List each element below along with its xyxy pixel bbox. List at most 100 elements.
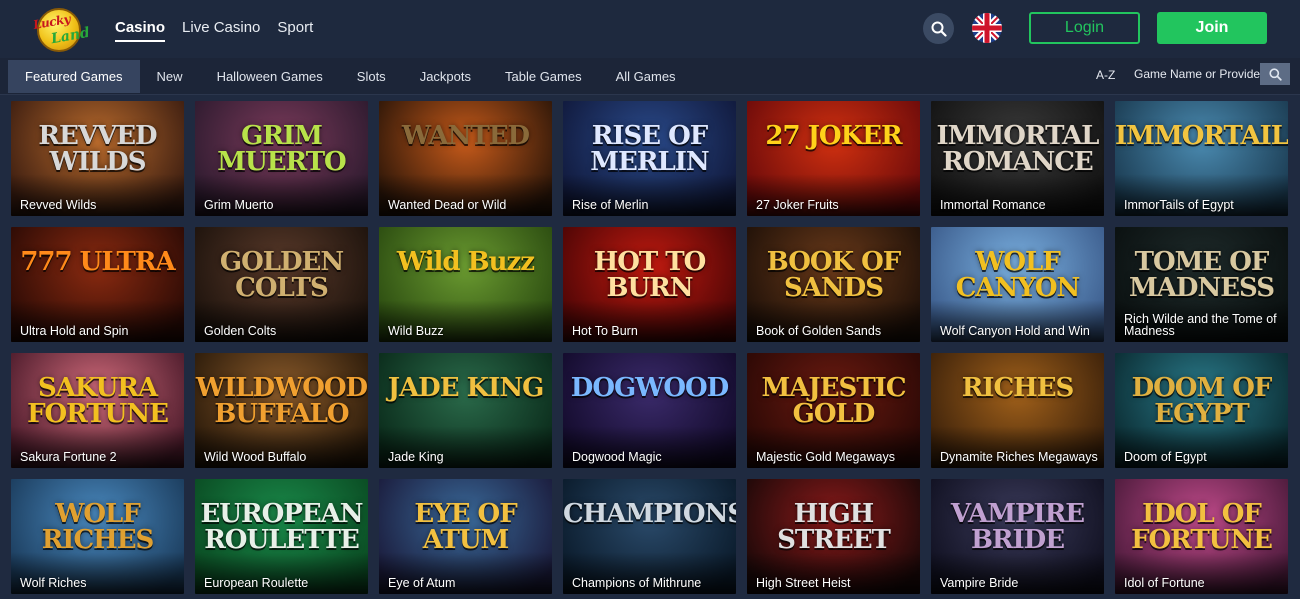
- game-title: Wolf Canyon Hold and Win: [940, 324, 1090, 338]
- game-tile[interactable]: WOLF CANYON Wolf Canyon Hold and Win: [931, 227, 1104, 342]
- game-search-button[interactable]: [1260, 63, 1290, 85]
- game-title: Dogwood Magic: [572, 450, 662, 464]
- game-title: Grim Muerto: [204, 198, 274, 212]
- game-logo-art: IMMORTAILS: [1115, 121, 1288, 151]
- game-tile[interactable]: TOME OF MADNESS Rich Wilde and the Tome o…: [1115, 227, 1288, 342]
- game-logo-art: EUROPEAN ROULETTE: [200, 499, 363, 555]
- game-title: European Roulette: [204, 576, 309, 590]
- game-tile[interactable]: 27 JOKER 27 Joker Fruits: [747, 101, 920, 216]
- game-title: Rich Wilde and the Tome of Madness: [1124, 312, 1277, 338]
- site-logo[interactable]: Lucky Land: [32, 6, 93, 52]
- game-title: Book of Golden Sands: [756, 324, 882, 338]
- game-logo-art: CHAMPIONS: [563, 499, 736, 529]
- game-tile[interactable]: WOLF RICHES Wolf Riches: [11, 479, 184, 594]
- tab-jackpots[interactable]: Jackpots: [403, 60, 488, 93]
- game-title: ImmorTails of Egypt: [1124, 198, 1234, 212]
- game-title: Wild Buzz: [388, 324, 444, 338]
- game-tile[interactable]: WILDWOOD BUFFALO Wild Wood Buffalo: [195, 353, 368, 468]
- game-tile[interactable]: GRIM MUERTO Grim Muerto: [195, 101, 368, 216]
- game-title: Vampire Bride: [940, 576, 1019, 590]
- game-search: [1128, 63, 1290, 85]
- game-logo-art: TOME OF MADNESS: [1128, 247, 1275, 303]
- game-logo-art: IDOL OF FORTUNE: [1131, 499, 1273, 555]
- game-logo-art: DOOM OF EGYPT: [1131, 373, 1273, 429]
- game-title: Wolf Riches: [20, 576, 87, 590]
- game-logo-art: HIGH STREET: [777, 499, 891, 555]
- tab-slots[interactable]: Slots: [340, 60, 403, 93]
- game-tile[interactable]: WANTED Wanted Dead or Wild: [379, 101, 552, 216]
- category-bar: Featured Games New Halloween Games Slots…: [0, 58, 1300, 95]
- join-button[interactable]: Join: [1157, 12, 1267, 44]
- game-tile[interactable]: VAMPIRE BRIDE Vampire Bride: [931, 479, 1104, 594]
- main-nav-live-casino[interactable]: Live Casino: [182, 19, 260, 42]
- game-title: Idol of Fortune: [1124, 576, 1205, 590]
- game-tile[interactable]: JADE KING Jade King: [379, 353, 552, 468]
- game-title: Sakura Fortune 2: [20, 450, 117, 464]
- game-tile[interactable]: IMMORTAILS ImmorTails of Egypt: [1115, 101, 1288, 216]
- header-search-button[interactable]: [923, 13, 954, 44]
- game-logo-art: WILDWOOD BUFFALO: [195, 373, 368, 429]
- game-tile[interactable]: EYE OF ATUM Eye of Atum: [379, 479, 552, 594]
- game-logo-art: WOLF RICHES: [41, 499, 155, 555]
- game-title: Golden Colts: [204, 324, 277, 338]
- game-logo-art: Wild Buzz: [396, 247, 535, 277]
- game-tile[interactable]: REVVED WILDS Revved Wilds: [11, 101, 184, 216]
- game-logo-art: SAKURA FORTUNE: [27, 373, 169, 429]
- game-tile[interactable]: 777 ULTRA Ultra Hold and Spin: [11, 227, 184, 342]
- game-tile[interactable]: DOOM OF EGYPT Doom of Egypt: [1115, 353, 1288, 468]
- game-title: Revved Wilds: [20, 198, 97, 212]
- game-tile[interactable]: HIGH STREET High Street Heist: [747, 479, 920, 594]
- game-tile[interactable]: RISE OF MERLIN Rise of Merlin: [563, 101, 736, 216]
- game-logo-art: REVVED WILDS: [38, 121, 157, 177]
- game-tile[interactable]: HOT TO BURN Hot To Burn: [563, 227, 736, 342]
- game-tile[interactable]: EUROPEAN ROULETTE European Roulette: [195, 479, 368, 594]
- game-title: Jade King: [388, 450, 444, 464]
- tab-all-games[interactable]: All Games: [599, 60, 693, 93]
- tab-halloween-games[interactable]: Halloween Games: [200, 60, 340, 93]
- game-logo-art: WOLF CANYON: [955, 247, 1081, 303]
- game-tile[interactable]: MAJESTIC GOLD Majestic Gold Megaways: [747, 353, 920, 468]
- game-logo-art: DOGWOOD: [570, 373, 729, 403]
- game-logo-art: JADE KING: [387, 373, 545, 403]
- game-logo-art: HOT TO BURN: [593, 247, 707, 303]
- game-tile[interactable]: RICHES Dynamite Riches Megaways: [931, 353, 1104, 468]
- game-title: Ultra Hold and Spin: [20, 324, 129, 338]
- game-logo-art: MAJESTIC GOLD: [761, 373, 906, 429]
- game-logo-art: BOOK OF SANDS: [766, 247, 902, 303]
- game-tile[interactable]: SAKURA FORTUNE Sakura Fortune 2: [11, 353, 184, 468]
- game-logo-art: IMMORTAL ROMANCE: [936, 121, 1100, 177]
- game-tile[interactable]: GOLDEN COLTS Golden Colts: [195, 227, 368, 342]
- game-tile[interactable]: IDOL OF FORTUNE Idol of Fortune: [1115, 479, 1288, 594]
- game-search-input[interactable]: [1128, 63, 1260, 85]
- game-title: Wanted Dead or Wild: [388, 198, 507, 212]
- game-logo-art: 27 JOKER: [765, 121, 902, 151]
- game-tile[interactable]: IMMORTAL ROMANCE Immortal Romance: [931, 101, 1104, 216]
- uk-flag-icon: [972, 13, 1002, 43]
- main-nav-sport[interactable]: Sport: [277, 19, 313, 42]
- game-tile[interactable]: CHAMPIONS Champions of Mithrune: [563, 479, 736, 594]
- game-title: High Street Heist: [756, 576, 851, 590]
- game-logo-art: WANTED: [401, 121, 530, 151]
- main-nav: Casino Live Casino Sport: [115, 19, 313, 42]
- tab-new[interactable]: New: [140, 60, 200, 93]
- game-title: Immortal Romance: [940, 198, 1046, 212]
- game-title: Dynamite Riches Megaways: [940, 450, 1098, 464]
- game-tile[interactable]: BOOK OF SANDS Book of Golden Sands: [747, 227, 920, 342]
- language-selector[interactable]: [972, 13, 1002, 43]
- game-logo-art: RISE OF MERLIN: [590, 121, 709, 177]
- main-nav-casino[interactable]: Casino: [115, 19, 166, 42]
- game-logo-art: 777 ULTRA: [20, 247, 175, 277]
- game-tile[interactable]: DOGWOOD Dogwood Magic: [563, 353, 736, 468]
- tab-featured-games[interactable]: Featured Games: [8, 60, 140, 93]
- game-title: Champions of Mithrune: [572, 576, 702, 590]
- game-title: Majestic Gold Megaways: [756, 450, 895, 464]
- game-tile[interactable]: Wild Buzz Wild Buzz: [379, 227, 552, 342]
- game-title: Doom of Egypt: [1124, 450, 1207, 464]
- search-icon: [1268, 67, 1282, 81]
- tab-table-games[interactable]: Table Games: [488, 60, 599, 93]
- games-grid: REVVED WILDS Revved Wilds GRIM MUERTO Grim …: [11, 101, 1288, 594]
- sort-az-link[interactable]: A-Z: [1096, 68, 1115, 82]
- game-title: 27 Joker Fruits: [756, 198, 839, 212]
- login-button[interactable]: Login: [1029, 12, 1140, 44]
- game-logo-art: RICHES: [961, 373, 1075, 403]
